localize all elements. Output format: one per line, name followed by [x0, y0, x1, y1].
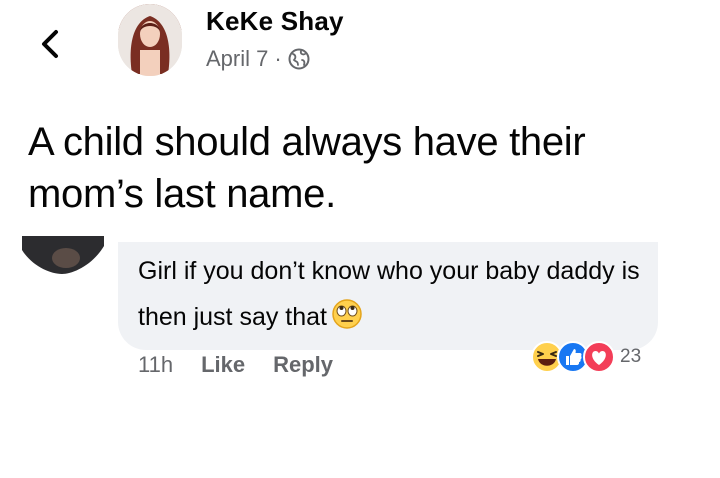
post-meta: April 7 · — [206, 46, 310, 72]
comment-text: Girl if you don’t know who your baby dad… — [138, 248, 648, 345]
post-text: A child should always have their mom’s l… — [28, 120, 586, 216]
globe-icon — [288, 48, 310, 70]
love-reaction-icon — [582, 340, 616, 374]
author-name[interactable]: KeKe Shay — [206, 6, 344, 37]
rolling-eyes-emoji-icon — [331, 298, 363, 345]
author-avatar[interactable] — [118, 4, 182, 76]
back-button[interactable] — [34, 24, 68, 64]
reaction-summary[interactable]: 23 — [530, 340, 641, 374]
comment-body: Girl if you don’t know who your baby dad… — [138, 257, 640, 331]
chevron-left-icon — [42, 30, 58, 58]
reaction-count: 23 — [620, 346, 642, 367]
post-date[interactable]: April 7 — [206, 46, 268, 72]
comment-time[interactable]: 11h — [138, 352, 173, 378]
meta-separator: · — [274, 46, 282, 71]
comment-actions: 11h Like Reply — [138, 352, 333, 378]
commenter-avatar[interactable] — [22, 236, 104, 286]
like-button[interactable]: Like — [201, 352, 245, 378]
reply-button[interactable]: Reply — [273, 352, 333, 378]
